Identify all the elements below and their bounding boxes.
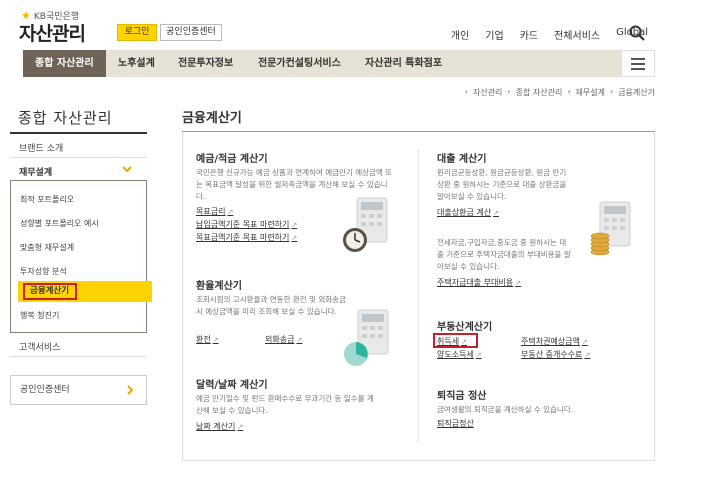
external-link-icon: ↗ (291, 221, 298, 229)
top-link-personal[interactable]: 개인 (451, 27, 469, 42)
sidebar-subitem-portfolio-example[interactable]: 성향별 포트폴리오 예시 (20, 218, 99, 229)
column-divider (418, 149, 419, 442)
exchange-link-remittance[interactable]: 외화송금 ↗ (265, 334, 302, 345)
sidebar-subitem-calculator[interactable]: 금융계산기 (23, 283, 77, 300)
sidebar-subitem-happiness[interactable]: 행복 청진기 (20, 310, 59, 321)
deposit-calc-title: 예금/적금 계산기 (196, 154, 268, 165)
loan-link-repayment[interactable]: 대출상환금 계산 ↗ (437, 207, 499, 218)
deposit-link-rate[interactable]: 목표금리 ↗ (196, 206, 233, 217)
external-link-icon: ↗ (475, 351, 482, 359)
realestate-link-acquisition-tax[interactable]: 취득세 ↗ (437, 336, 467, 347)
hamburger-menu-icon[interactable] (621, 50, 655, 77)
exchange-link-currency[interactable]: 환전 ↗ (196, 334, 219, 345)
calculator-piechart-icon (344, 309, 389, 366)
gnb-item-wealth[interactable]: 종합 자산관리 (23, 50, 106, 77)
external-link-icon: ↗ (493, 209, 499, 217)
realestate-calc-title: 부동산계산기 (437, 322, 493, 333)
top-links: 개인 기업 카드 전체서비스 Global (451, 27, 648, 42)
site-title[interactable]: 자산관리 (19, 19, 86, 46)
loan-calc-desc: 원리금균등상환, 원금균등상환, 원금 만기상환 중 원하시는 기준으로 대출 … (437, 168, 567, 201)
external-link-icon: ↗ (227, 208, 234, 216)
realestate-link-brokerage-fee[interactable]: 부동산 중개수수료 ↗ (521, 349, 590, 360)
chevron-down-icon[interactable] (122, 166, 132, 172)
gnb-item-consulting[interactable]: 전문가컨설팅서비스 (258, 50, 341, 77)
housing-loan-desc: 전세자금,구입자금,중도금 중 원하시는 대출 기준으로 주택자금대출의 부대비… (437, 238, 571, 271)
loan-link-housing-costs[interactable]: 주택자금대출 부대비용 ↗ (437, 277, 521, 288)
realestate-link-capital-gains-tax[interactable]: 양도소득세 ↗ (437, 349, 482, 360)
page-title: 금융계산기 (182, 111, 242, 126)
gnb-item-special-branch[interactable]: 자산관리 특화점포 (365, 50, 442, 77)
search-icon[interactable] (629, 25, 645, 41)
deposit-link-by-target[interactable]: 목표금액기준 목표 마련하기 ↗ (196, 232, 297, 243)
breadcrumb-item[interactable]: 재무설계 (576, 87, 605, 98)
exchange-calc-desc: 조회시점의 고시환율과 연동한 환전 및 외화송금 시 예상금액을 미리 조회해… (196, 295, 346, 316)
login-button[interactable]: 로그인 (117, 24, 157, 41)
gnb-item-retirement[interactable]: 노후설계 (118, 50, 155, 77)
deposit-link-by-amount[interactable]: 납입금액기준 목표 마련하기 ↗ (196, 219, 297, 230)
sidebar-subitem-investment-analysis[interactable]: 투자성향 분석 (20, 266, 67, 277)
external-link-icon: ↗ (237, 423, 244, 431)
retirement-calc-desc: 금여생활의 퇴직금을 계산하실 수 있습니다. (437, 405, 574, 414)
retirement-calc-title: 퇴직금 정산 (437, 391, 487, 402)
cert-center-button[interactable]: 공인인증센터 (160, 24, 222, 41)
breadcrumb-item[interactable]: 자산관리 (473, 87, 502, 98)
calculator-coins-icon (590, 201, 631, 256)
retirement-link-settlement[interactable]: 퇴직금정산 (437, 418, 474, 429)
top-link-all-services[interactable]: 전체서비스 (554, 27, 600, 42)
sidebar-item-brand[interactable]: 브랜드 소개 (10, 141, 147, 154)
loan-calc-title: 대출 계산기 (437, 154, 487, 165)
external-link-icon: ↗ (212, 336, 219, 344)
sidebar-divider (10, 132, 147, 134)
external-link-icon: ↗ (291, 234, 298, 242)
breadcrumb-item[interactable]: 종합 자산관리 (516, 87, 563, 98)
sidebar-subitem-custom-plan[interactable]: 맞춤형 재무설계 (20, 242, 74, 253)
calculator-clock-icon (343, 197, 388, 252)
external-link-icon: ↗ (584, 351, 591, 359)
divider (10, 157, 147, 158)
external-link-icon: ↗ (296, 336, 303, 344)
date-calc-title: 달력/날짜 계산기 (196, 380, 268, 391)
realestate-link-bond-estimate[interactable]: 주택처권예상금액 ↗ (521, 336, 588, 347)
divider (10, 356, 147, 357)
top-link-card[interactable]: 카드 (520, 27, 538, 42)
sidebar-item-customer-service[interactable]: 고객서비스 (10, 340, 147, 353)
main-nav: 종합 자산관리 노후설계 전문투자정보 전문가컨설팅서비스 자산관리 특화점포 (23, 50, 655, 77)
sidebar-title: 종합 자산관리 (18, 109, 113, 127)
sidebar-subitem-portfolio[interactable]: 최적 포트폴리오 (20, 194, 74, 205)
top-link-business[interactable]: 기업 (485, 27, 503, 42)
chevron-right-icon[interactable] (127, 385, 133, 395)
exchange-calc-title: 환율계산기 (196, 281, 242, 292)
title-divider (182, 131, 655, 132)
breadcrumb: › 자산관리 › 종합 자산관리 › 재무설계 › 금융계산기 (464, 87, 655, 98)
date-link-calculator[interactable]: 날짜 계산기 ↗ (196, 421, 243, 432)
date-calc-desc: 예금 만기일수 및 펀드 환매수수료 무과기간 등 일수를 계산해 보실 수 있… (196, 394, 374, 415)
external-link-icon: ↗ (515, 279, 522, 287)
external-link-icon: ↗ (581, 338, 588, 346)
header: ★ KB국민은행 자산관리 로그인 공인인증센터 개인 기업 카드 전체서비스 … (0, 0, 720, 48)
external-link-icon: ↗ (461, 338, 467, 346)
gnb-item-investment-info[interactable]: 전문투자정보 (178, 50, 233, 77)
breadcrumb-current: 금융계산기 (618, 88, 655, 97)
